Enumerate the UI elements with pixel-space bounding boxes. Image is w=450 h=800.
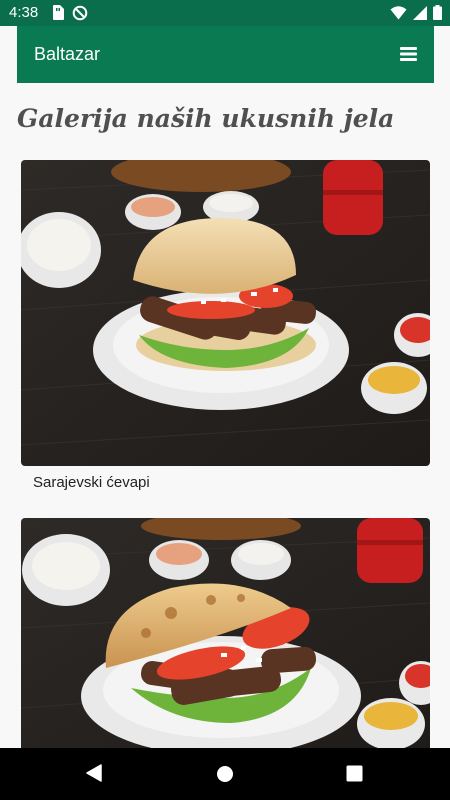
data-saver-icon <box>72 5 88 26</box>
status-bar: 4:38 <box>0 0 450 26</box>
gallery-image-cevapi[interactable] <box>21 160 430 466</box>
brand-name[interactable]: Baltazar <box>34 44 100 65</box>
wifi-icon <box>390 5 407 25</box>
home-icon[interactable] <box>216 765 234 788</box>
hamburger-menu-icon[interactable] <box>400 46 417 62</box>
page-title: Galerija naših ukusnih jela <box>17 104 395 133</box>
recents-icon[interactable] <box>346 765 363 787</box>
sim-card-icon <box>52 5 64 26</box>
app-bar: Baltazar <box>17 26 434 83</box>
gallery-image-cevapi-2[interactable] <box>21 518 430 758</box>
signal-icon <box>413 5 427 25</box>
status-time: 4:38 <box>9 4 39 21</box>
navigation-bar <box>0 748 450 800</box>
gallery-caption: Sarajevski ćevapi <box>33 474 150 491</box>
battery-icon <box>433 5 442 25</box>
back-icon[interactable] <box>86 764 102 787</box>
